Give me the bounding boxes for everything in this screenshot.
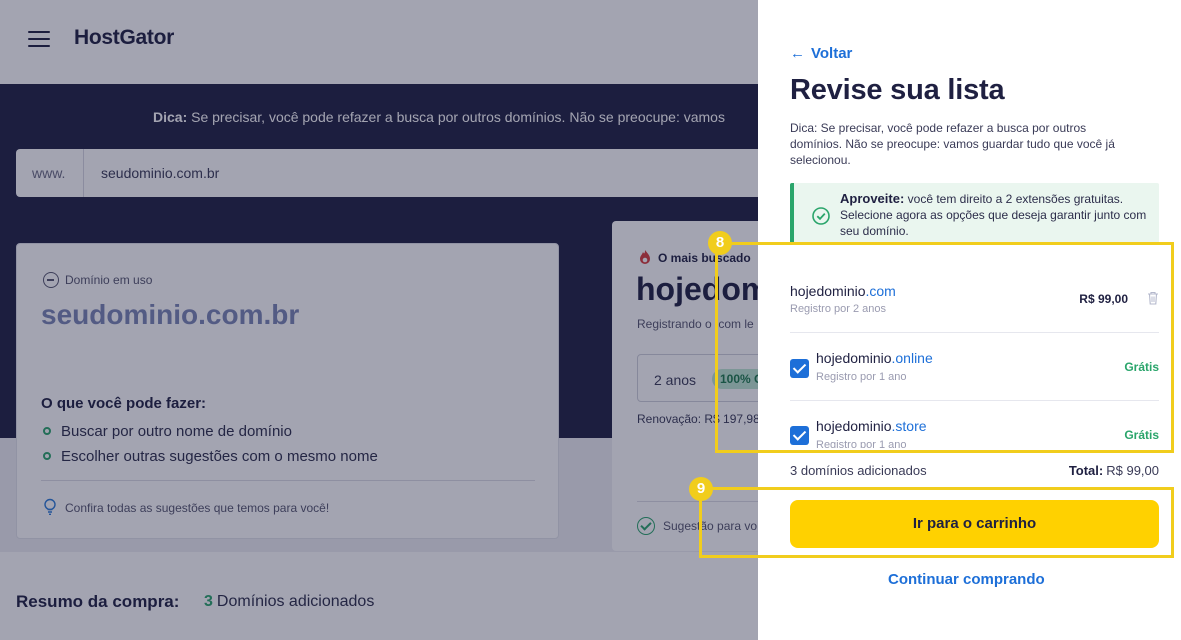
- total-price: Total: R$ 99,00: [1069, 463, 1159, 478]
- continue-shopping-link[interactable]: Continuar comprando: [888, 571, 1045, 588]
- check-circle-icon: [812, 207, 830, 225]
- arrow-left-icon: ←: [790, 45, 805, 62]
- back-link-label: Voltar: [811, 45, 853, 62]
- total-value: R$ 99,00: [1106, 463, 1159, 478]
- total-label: Total:: [1068, 463, 1104, 478]
- alert-title: Aproveite:: [840, 191, 905, 206]
- drawer-title: Revise sua lista: [790, 74, 1005, 106]
- free-extensions-alert: Aproveite: você tem direito a 2 extensõe…: [790, 183, 1159, 245]
- domains-added-count: 3 domínios adicionados: [790, 463, 927, 478]
- alert-text: Aproveite: você tem direito a 2 extensõe…: [840, 191, 1156, 239]
- back-link[interactable]: ← Voltar: [790, 45, 852, 62]
- step-9-badge: 9: [689, 477, 713, 501]
- step-8-highlight: [715, 242, 1174, 453]
- drawer-tip: Dica: Se precisar, você pode refazer a b…: [790, 121, 1115, 167]
- step-9-highlight: [699, 487, 1174, 558]
- step-8-badge: 8: [708, 231, 732, 255]
